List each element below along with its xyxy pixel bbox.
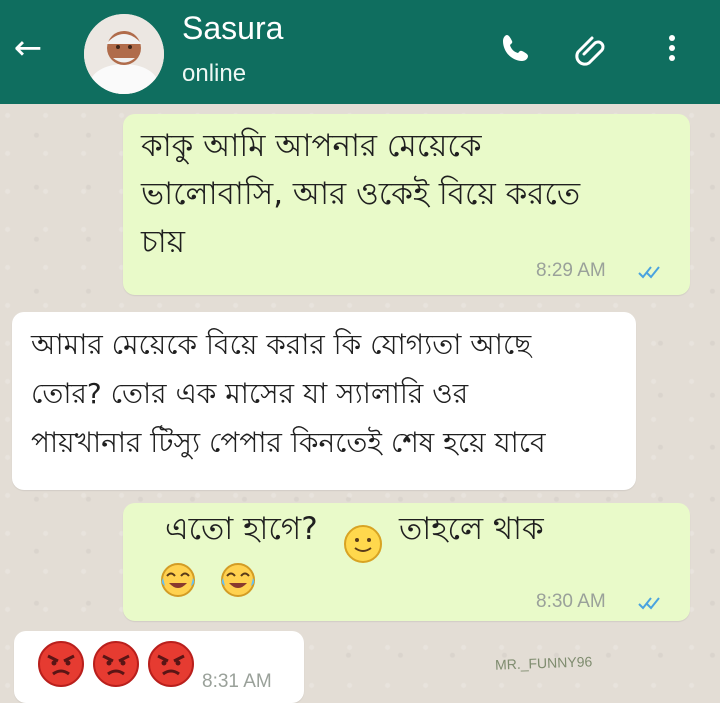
message-time: 8:31 AM xyxy=(202,671,272,692)
message-text: এতো হাগে? xyxy=(165,511,318,547)
angry-face-emoji-icon xyxy=(38,641,84,687)
tears-of-joy-emoji-icon xyxy=(221,563,255,597)
message-bubble-outgoing[interactable]: কাকু আমি আপনার মেয়েকে ভালোবাসি, আর ওকেই… xyxy=(123,114,690,295)
angry-face-emoji-icon xyxy=(148,641,194,687)
angry-face-emoji-icon xyxy=(93,641,139,687)
message-bubble-incoming[interactable]: আমার মেয়েকে বিয়ে করার কি যোগ্যতা আছে ত… xyxy=(12,312,636,490)
double-check-icon xyxy=(638,266,660,279)
message-time: 8:30 AM xyxy=(536,591,606,612)
double-check-icon xyxy=(638,597,660,610)
avatar[interactable] xyxy=(84,14,164,94)
message-bubble-incoming[interactable]: 8:31 AM xyxy=(14,631,304,703)
watermark-text: MR._FUNNY96 xyxy=(494,653,593,673)
message-text: আমার মেয়েকে বিয়ে করার কি যোগ্যতা আছে ত… xyxy=(31,328,546,459)
chat-header: ← Sasura online xyxy=(0,0,720,104)
message-bubble-outgoing[interactable]: এতো হাগে? তাহলে থাক 8:30 AM xyxy=(123,503,690,621)
avatar-photo-icon xyxy=(84,14,164,94)
slight-smile-emoji-icon xyxy=(344,525,382,563)
contact-status: online xyxy=(182,60,247,87)
paperclip-icon[interactable] xyxy=(571,30,607,66)
contact-name[interactable]: Sasura xyxy=(182,10,283,47)
message-text-after-emoji: তাহলে থাক xyxy=(399,511,544,547)
more-vertical-icon[interactable] xyxy=(660,30,684,66)
message-time: 8:29 AM xyxy=(536,260,606,281)
tears-of-joy-emoji-icon xyxy=(161,563,195,597)
phone-icon[interactable] xyxy=(498,30,534,66)
message-text: কাকু আমি আপনার মেয়েকে ভালোবাসি, আর ওকেই… xyxy=(141,128,581,260)
back-arrow-icon[interactable]: ← xyxy=(8,28,48,68)
